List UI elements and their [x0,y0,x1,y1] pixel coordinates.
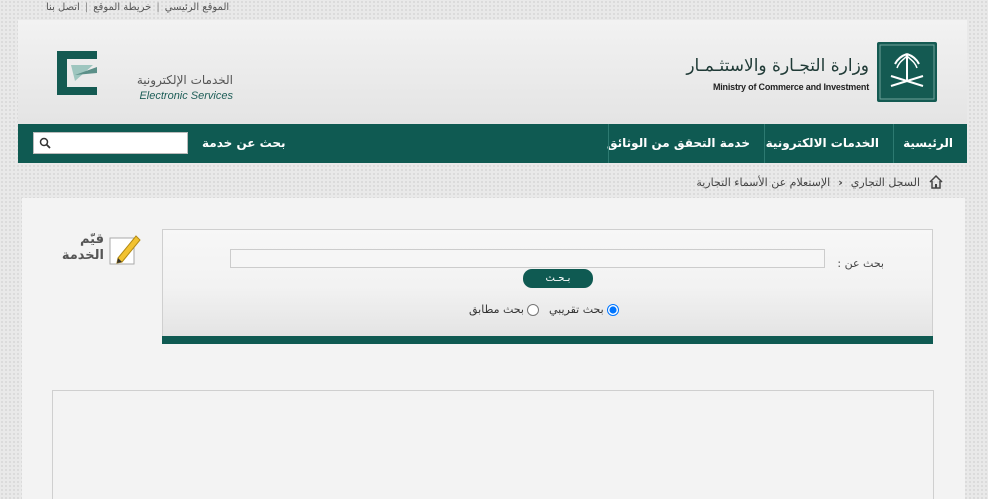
nav-divider [608,124,609,163]
radio-approx[interactable] [606,303,619,316]
nav-item-eservices[interactable]: الخدمات الالكترونية [752,124,893,163]
palm-swords-emblem-icon [877,42,937,102]
breadcrumb-item-commercial-register[interactable]: السجل التجاري [851,176,920,189]
main-nav: الرئيسية الخدمات الالكترونية خدمة التحقق… [18,124,967,163]
radio-exact-option[interactable]: بحث مطابق [469,303,539,316]
sitemap-link[interactable]: خريطة الموقع [93,2,151,13]
search-icon[interactable] [39,137,51,149]
radio-approx-option[interactable]: بحث تقريبي [549,303,619,316]
home-site-link[interactable]: الموقع الرئيسي [165,2,229,13]
search-panel: بحث عن : بـحـث بحث تقريبي بحث مطابق [162,229,933,344]
search-for-label: بحث عن : [837,257,884,270]
radio-approx-label: بحث تقريبي [548,303,604,316]
search-mode-group: بحث تقريبي بحث مطابق [469,303,619,316]
radio-exact-label: بحث مطابق [469,303,524,316]
search-button[interactable]: بـحـث [523,269,593,288]
breadcrumb-item-trade-names: الإستعلام عن الأسماء التجارية [696,175,831,189]
pencil-note-icon [109,235,141,265]
contact-link[interactable]: اتصل بنا [46,2,80,13]
breadcrumb: السجل التجاري ‹ الإستعلام عن الأسماء الت… [696,172,944,192]
service-search-label: بحث عن خدمة [202,136,286,150]
electronic-services-mark-icon [57,51,97,95]
separator: | [84,2,89,13]
panel-bottom-bar [162,336,933,344]
services-en-text: Electronic Services [139,90,233,102]
chevron-left-icon: ‹ [838,175,843,189]
rate-service[interactable]: قيّم الخدمة [52,232,142,268]
separator: | [156,2,160,13]
service-search-box [33,132,188,155]
main-content: قيّم الخدمة بحث عن : بـحـث بحث تقريبي بح… [22,198,965,499]
results-area [52,390,934,499]
rate-line2: الخدمة [61,248,104,263]
services-ar-text: الخدمات الإلكترونية [136,73,233,87]
top-links: الموقع الرئيسي | خريطة الموقع | اتصل بنا [46,2,229,13]
ministry-ar-text: وزارة التجـارة والاستثـمـار [686,56,869,76]
nav-item-doc-verification[interactable]: خدمة التحقق من الوثائق [593,124,764,163]
header: الخدمات الإلكترونية Electronic Services … [18,20,967,124]
nav-item-home[interactable]: الرئيسية [889,124,967,163]
rate-line1: قيّم [79,232,104,247]
trade-name-search-input[interactable] [230,249,825,268]
radio-exact[interactable] [526,303,539,316]
electronic-services-logo[interactable]: الخدمات الإلكترونية Electronic Services [53,45,233,105]
nav-divider [764,124,765,163]
service-search-input[interactable] [34,135,187,155]
home-icon[interactable] [928,174,944,190]
ministry-en-text: Ministry of Commerce and Investment [712,82,869,92]
ministry-logo[interactable]: وزارة التجـارة والاستثـمـار Ministry of … [686,42,937,104]
nav-divider [893,124,894,163]
